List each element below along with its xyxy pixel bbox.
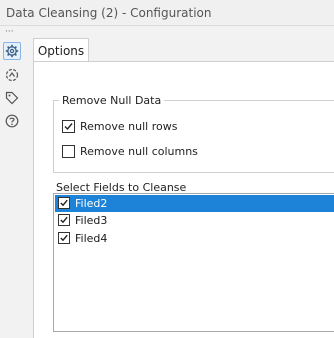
field-label: Filed4 [75,232,108,245]
connection-icon[interactable] [3,66,21,84]
field-label: Filed3 [75,214,108,227]
remove-null-rows-checkbox[interactable] [62,120,75,133]
tab-strip: Options [31,38,334,63]
field-checkbox[interactable] [58,214,70,226]
window-title: Data Cleansing (2) - Configuration [6,6,212,20]
list-item[interactable]: Filed3 [55,212,334,229]
tag-icon[interactable] [3,89,21,107]
field-checkbox[interactable] [58,232,70,244]
list-item[interactable]: Filed2 [55,195,334,212]
list-item[interactable]: Filed4 [55,230,334,247]
remove-null-columns-label[interactable]: Remove null columns [80,145,198,158]
remove-null-data-legend: Remove Null Data [59,94,165,107]
configuration-gear-icon[interactable] [3,42,21,60]
drag-grip-icon[interactable]: ··· [5,28,14,37]
tab-options[interactable]: Options [33,38,89,63]
fields-listbox[interactable]: Filed2 Filed3 Filed4 [53,193,334,332]
title-bar: Data Cleansing (2) - Configuration [0,0,334,26]
remove-null-columns-checkbox[interactable] [62,145,75,158]
remove-null-rows-label[interactable]: Remove null rows [80,120,177,133]
field-label: Filed2 [75,197,108,210]
remove-null-data-group [53,100,334,173]
field-checkbox[interactable] [58,197,70,209]
help-icon[interactable] [3,112,21,130]
